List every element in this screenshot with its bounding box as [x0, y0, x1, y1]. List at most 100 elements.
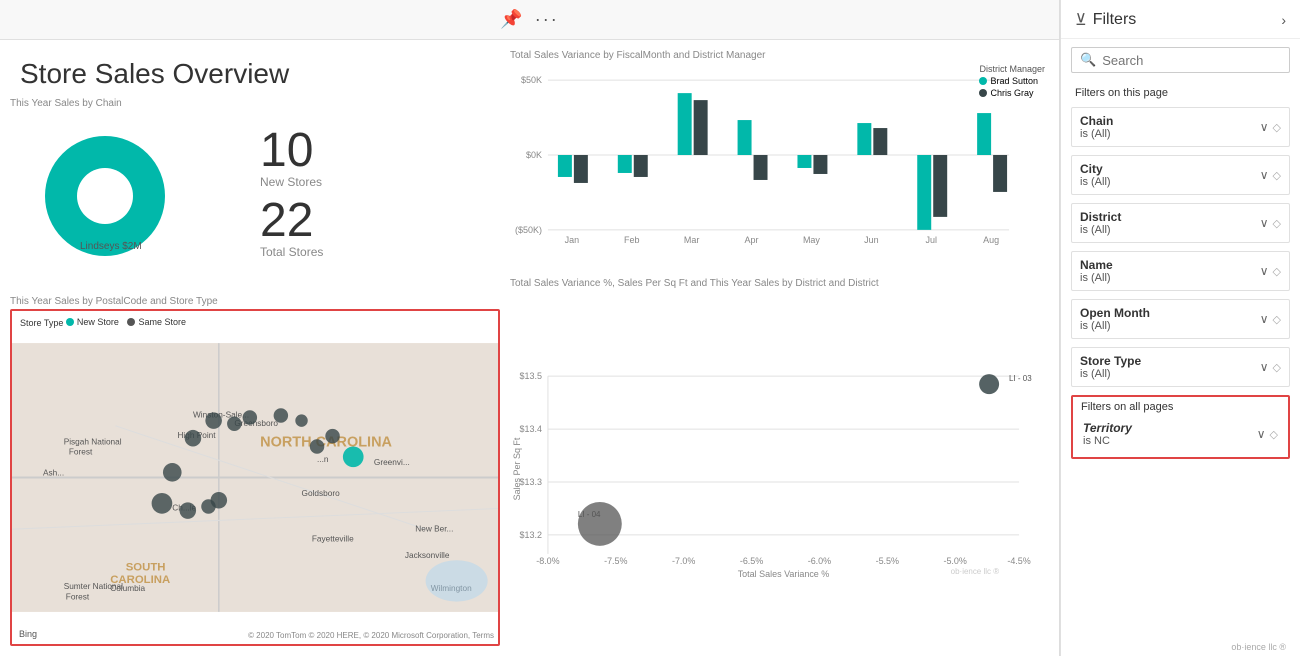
- filter-open-month-chevron[interactable]: ∨: [1260, 312, 1269, 326]
- filter-name-actions: ∨ ◇: [1260, 264, 1281, 278]
- map-legend-same-store: Same Store: [127, 317, 186, 327]
- filter-district-clear[interactable]: ◇: [1273, 217, 1281, 230]
- kpi-donut-row: This Year Sales by Chain Lindseys $2M 10…: [10, 98, 500, 288]
- filters-title-row: ⊻ Filters: [1075, 10, 1136, 30]
- map-legend-new-store: New Store: [66, 317, 119, 327]
- svg-text:Jacksonville: Jacksonville: [405, 551, 450, 560]
- filter-open-month-value: is (All): [1080, 320, 1150, 332]
- report-title: Store Sales Overview: [10, 50, 500, 90]
- svg-text:Total Sales Variance %: Total Sales Variance %: [738, 569, 830, 579]
- filter-chain[interactable]: Chain is (All) ∨ ◇: [1071, 107, 1290, 147]
- search-icon: 🔍: [1080, 52, 1096, 68]
- top-bar: 📌 ···: [0, 0, 1059, 40]
- filter-open-month[interactable]: Open Month is (All) ∨ ◇: [1071, 299, 1290, 339]
- donut-chart: This Year Sales by Chain Lindseys $2M: [10, 98, 230, 288]
- filter-store-type-actions: ∨ ◇: [1260, 360, 1281, 374]
- filter-open-month-clear[interactable]: ◇: [1273, 313, 1281, 326]
- filter-district-chevron[interactable]: ∨: [1260, 216, 1269, 230]
- filter-territory[interactable]: Territory is NC ∨ ◇: [1081, 417, 1280, 451]
- filter-name-chevron[interactable]: ∨: [1260, 264, 1269, 278]
- filter-store-type-clear[interactable]: ◇: [1273, 361, 1281, 374]
- legend-brad: Brad Sutton: [979, 76, 1045, 86]
- filter-city-chevron[interactable]: ∨: [1260, 168, 1269, 182]
- filter-district[interactable]: District is (All) ∨ ◇: [1071, 203, 1290, 243]
- filters-title: Filters: [1093, 11, 1137, 29]
- left-panel: Store Sales Overview This Year Sales by …: [10, 50, 500, 646]
- svg-text:...n: ...n: [317, 455, 329, 464]
- svg-text:-6.5%: -6.5%: [740, 556, 763, 566]
- pin-icon[interactable]: 📌: [500, 9, 522, 30]
- filter-district-name: District: [1080, 210, 1121, 224]
- filters-collapse-icon[interactable]: ›: [1281, 12, 1286, 28]
- filter-city-name: City: [1080, 162, 1111, 176]
- svg-text:Apr: Apr: [745, 235, 759, 245]
- kpi-total-stores-value: 22: [260, 197, 323, 245]
- filter-search-input[interactable]: [1102, 53, 1281, 68]
- svg-text:Aug: Aug: [983, 235, 999, 245]
- svg-text:$0K: $0K: [526, 150, 542, 160]
- content-area: Store Sales Overview This Year Sales by …: [0, 40, 1059, 656]
- filters-section-title: Filters on this page: [1061, 81, 1300, 103]
- kpi-new-stores-label: New Stores: [260, 175, 323, 189]
- svg-text:Ash...: Ash...: [43, 468, 64, 477]
- map-copyright: © 2020 TomTom © 2020 HERE, © 2020 Micros…: [248, 631, 494, 640]
- filter-territory-clear[interactable]: ◇: [1270, 428, 1278, 441]
- filters-header: ⊻ Filters ›: [1061, 0, 1300, 39]
- donut-label: This Year Sales by Chain: [10, 98, 122, 109]
- map-legend-title: Store Type: [20, 318, 63, 328]
- kpi-new-stores: 10 New Stores: [260, 127, 323, 189]
- svg-text:Columbia: Columbia: [110, 584, 145, 593]
- svg-text:$13.3: $13.3: [519, 477, 541, 487]
- filter-name-clear[interactable]: ◇: [1273, 265, 1281, 278]
- filter-name-text: Name is (All): [1080, 258, 1113, 284]
- filter-territory-chevron[interactable]: ∨: [1257, 427, 1266, 441]
- svg-text:Greenvi...: Greenvi...: [374, 458, 410, 467]
- map-visual[interactable]: NORTH CAROLINA SOUTH CAROLINA Winston-Sa…: [10, 309, 500, 646]
- svg-text:-7.0%: -7.0%: [672, 556, 695, 566]
- filter-store-type[interactable]: Store Type is (All) ∨ ◇: [1071, 347, 1290, 387]
- kpi-total-stores-label: Total Stores: [260, 245, 323, 259]
- svg-text:$13.4: $13.4: [519, 424, 541, 434]
- filter-store-type-text: Store Type is (All): [1080, 354, 1141, 380]
- svg-text:-5.0%: -5.0%: [943, 556, 966, 566]
- same-store-label: Same Store: [138, 317, 186, 327]
- bing-text: Bing: [19, 629, 37, 639]
- filter-city-clear[interactable]: ◇: [1273, 169, 1281, 182]
- filter-chain-chevron[interactable]: ∨: [1260, 120, 1269, 134]
- svg-text:Forest: Forest: [69, 448, 93, 457]
- more-options-icon[interactable]: ···: [535, 9, 559, 30]
- svg-text:Fayetteville: Fayetteville: [312, 535, 354, 544]
- svg-text:May: May: [803, 235, 820, 245]
- svg-text:New Ber...: New Ber...: [415, 524, 453, 533]
- bar-chart-title: Total Sales Variance by FiscalMonth and …: [510, 50, 1049, 61]
- svg-text:Feb: Feb: [624, 235, 639, 245]
- svg-text:SOUTH: SOUTH: [126, 562, 166, 574]
- filter-search-box[interactable]: 🔍: [1071, 47, 1290, 73]
- territory-nc-value: NC: [1094, 435, 1110, 447]
- donut-caption: Lindseys $2M: [80, 241, 142, 252]
- filter-name-value: is (All): [1080, 272, 1113, 284]
- filter-chain-text: Chain is (All): [1080, 114, 1113, 140]
- filters-panel: ⊻ Filters › 🔍 Filters on this page Chain…: [1060, 0, 1300, 656]
- filter-open-month-label: Open Month: [1080, 306, 1150, 320]
- filter-territory-value: is NC: [1083, 435, 1132, 447]
- map-section-wrapper: This Year Sales by PostalCode and Store …: [10, 296, 500, 646]
- filter-open-month-text: Open Month is (All): [1080, 306, 1150, 332]
- filter-open-month-actions: ∨ ◇: [1260, 312, 1281, 326]
- filter-store-type-chevron[interactable]: ∨: [1260, 360, 1269, 374]
- map-background-svg: NORTH CAROLINA SOUTH CAROLINA Winston-Sa…: [12, 311, 498, 644]
- svg-text:LI - 03: LI - 03: [1009, 374, 1032, 383]
- filter-chain-value: is (All): [1080, 128, 1113, 140]
- right-panel: Total Sales Variance by FiscalMonth and …: [510, 50, 1049, 646]
- filter-territory-text: Territory is NC: [1083, 421, 1132, 447]
- legend-chris: Chris Gray: [979, 88, 1045, 98]
- filter-name[interactable]: Name is (All) ∨ ◇: [1071, 251, 1290, 291]
- svg-text:($50K): ($50K): [515, 225, 542, 235]
- svg-text:-4.5%: -4.5%: [1007, 556, 1030, 566]
- svg-text:$50K: $50K: [521, 75, 542, 85]
- filter-chain-clear[interactable]: ◇: [1273, 121, 1281, 134]
- scatter-chart: Total Sales Variance %, Sales Per Sq Ft …: [510, 278, 1049, 646]
- filter-city[interactable]: City is (All) ∨ ◇: [1071, 155, 1290, 195]
- filter-store-type-value: is (All): [1080, 368, 1141, 380]
- is-label: is: [1083, 435, 1094, 447]
